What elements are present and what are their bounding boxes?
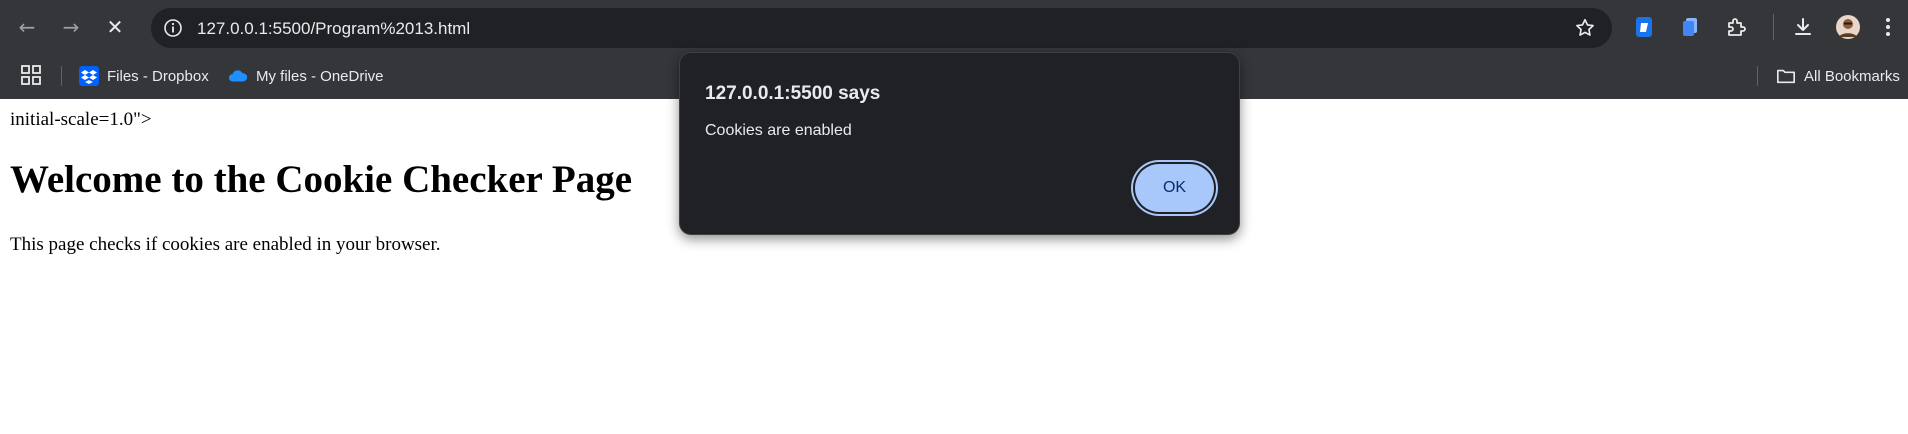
extensions-puzzle-icon[interactable] [1722, 13, 1750, 41]
address-bar[interactable]: 127.0.0.1:5500/Program%2013.html [151, 8, 1612, 48]
bookmark-onedrive[interactable]: My files - OneDrive [228, 63, 384, 89]
bookmark-label: My files - OneDrive [256, 67, 384, 85]
more-menu-icon[interactable] [1878, 13, 1898, 41]
all-bookmarks-button[interactable]: All Bookmarks [1776, 63, 1900, 89]
page-description: This page checks if cookies are enabled … [10, 234, 441, 255]
bookmark-label: Files - Dropbox [107, 67, 209, 85]
bookmarks-divider [1757, 66, 1758, 86]
stop-loading-button[interactable]: ✕ [99, 11, 131, 43]
back-arrow-icon: ← [18, 15, 36, 39]
meta-text: initial-scale=1.0"> [10, 109, 152, 130]
browser-toolbar: ← → ✕ 127.0.0.1:5500/Program%2013.html [0, 0, 1908, 54]
ok-button[interactable]: OK [1135, 164, 1214, 212]
url-text[interactable]: 127.0.0.1:5500/Program%2013.html [197, 19, 470, 39]
all-bookmarks-label: All Bookmarks [1804, 67, 1900, 85]
apps-grid-icon[interactable] [20, 64, 44, 88]
bookmark-dropbox[interactable]: Files - Dropbox [79, 63, 209, 89]
profile-avatar[interactable] [1834, 13, 1862, 41]
onedrive-icon [228, 66, 248, 86]
clipboard-extension-icon[interactable] [1676, 13, 1704, 41]
forward-button[interactable]: → [55, 11, 87, 43]
toolbar-divider [1773, 14, 1774, 40]
alert-dialog: 127.0.0.1:5500 says Cookies are enabled … [679, 52, 1240, 235]
bookmarks-divider [61, 66, 62, 86]
download-icon[interactable] [1789, 13, 1817, 41]
back-button[interactable]: ← [11, 11, 43, 43]
dropbox-icon [79, 66, 99, 86]
dialog-message: Cookies are enabled [705, 122, 852, 139]
folder-icon [1776, 66, 1796, 86]
site-info-icon[interactable] [161, 16, 185, 40]
password-manager-extension-icon[interactable] [1631, 13, 1659, 41]
forward-arrow-icon: → [62, 15, 80, 39]
bookmark-star-icon[interactable] [1572, 15, 1598, 41]
page-title: Welcome to the Cookie Checker Page [10, 158, 633, 201]
dialog-title: 127.0.0.1:5500 says [705, 83, 881, 104]
close-icon: ✕ [106, 15, 124, 39]
